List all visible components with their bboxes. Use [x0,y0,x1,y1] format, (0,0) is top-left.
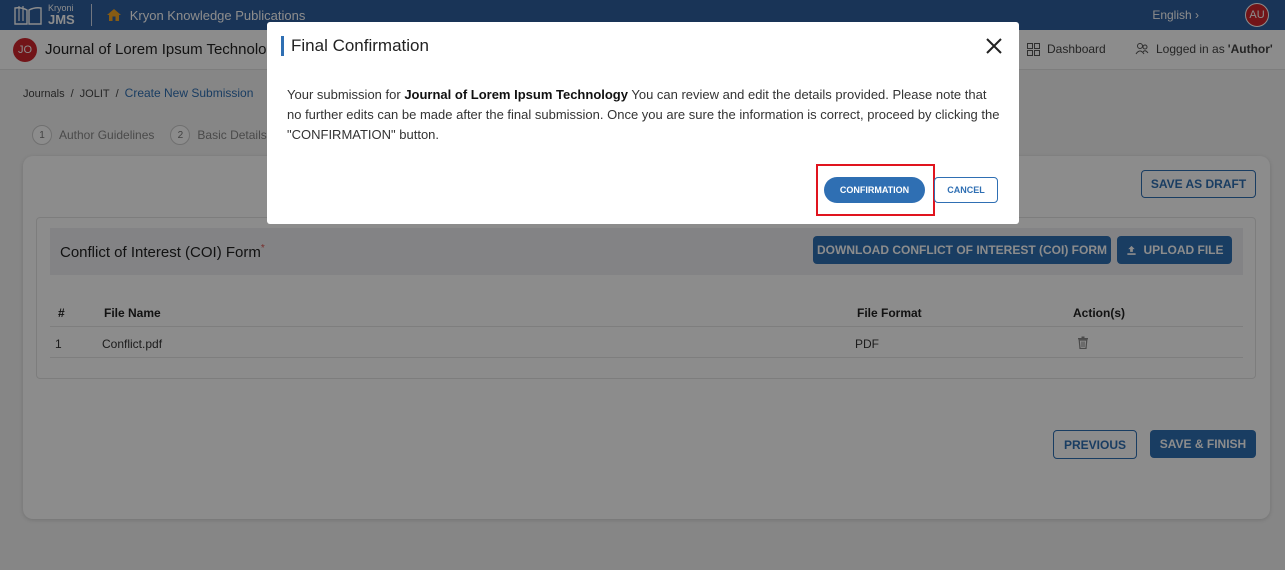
modal-message: Your submission for Journal of Lorem Ips… [287,87,1000,142]
modal-journal-name: Journal of Lorem Ipsum Technology [404,87,628,102]
final-confirmation-dialog: Final Confirmation Your submission for J… [267,22,1019,224]
close-icon[interactable] [985,37,1003,55]
modal-title: Final Confirmation [281,36,429,56]
confirmation-button[interactable]: CONFIRMATION [824,177,925,203]
cancel-button[interactable]: CANCEL [934,177,998,203]
